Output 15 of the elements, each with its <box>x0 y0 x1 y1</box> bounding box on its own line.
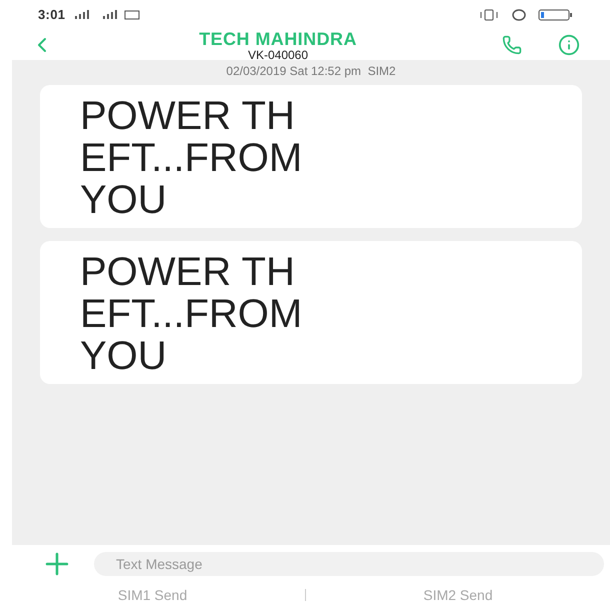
vibrate-icon <box>478 9 500 21</box>
message-timestamp: 02/03/2019 Sat 12:52 pm SIM2 <box>226 63 396 80</box>
clock: 3:01 <box>38 6 66 24</box>
message-text-line: EFT...FROM <box>80 137 302 179</box>
contact-number: VK-040060 <box>248 48 308 60</box>
message-text-line: YOU <box>80 179 167 221</box>
message-text-line: EFT...FROM <box>80 293 302 335</box>
battery-icon <box>538 9 572 21</box>
message-input-field[interactable]: Text Message <box>94 552 604 576</box>
message-text-line: YOU <box>80 335 167 377</box>
call-icon[interactable] <box>502 35 522 55</box>
contact-name: TECH MAHINDRA <box>199 30 357 48</box>
message-text-line: POWER TH <box>80 251 295 293</box>
info-icon[interactable] <box>558 34 580 56</box>
message-text-line: POWER TH <box>80 95 295 137</box>
